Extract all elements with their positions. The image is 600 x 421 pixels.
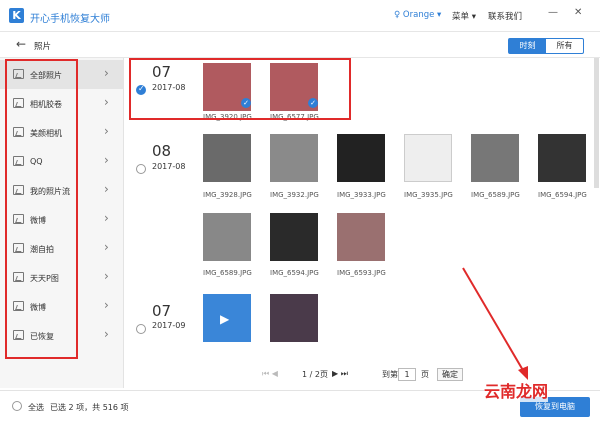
annotation-arrow: [462, 267, 528, 380]
